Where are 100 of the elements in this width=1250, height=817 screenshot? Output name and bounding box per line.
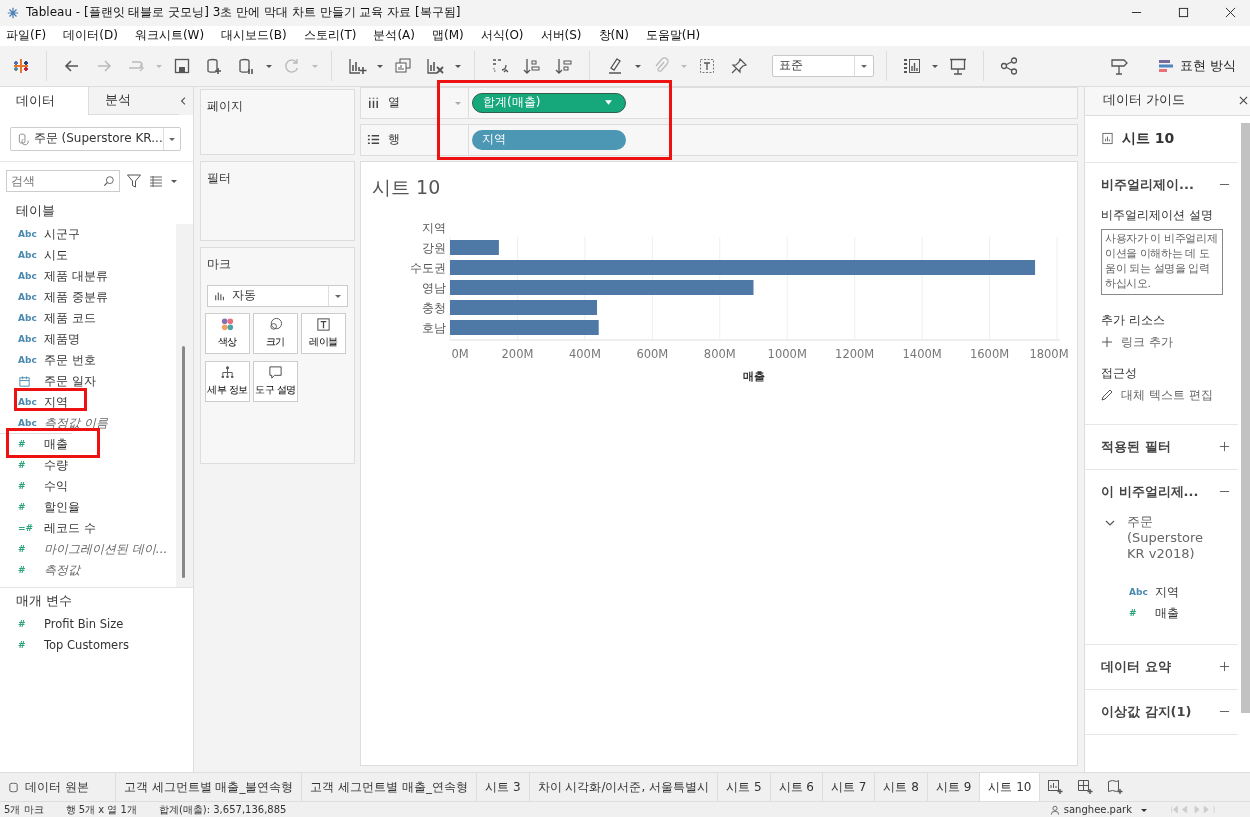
share-icon[interactable]	[999, 55, 1019, 76]
color-mark-icon	[220, 317, 235, 333]
calendar-icon	[18, 374, 31, 388]
field-item[interactable]: Abc 시도	[0, 244, 72, 266]
collapse-icon[interactable]	[178, 95, 187, 106]
section-title: 데이터 요약	[1101, 657, 1171, 676]
field-item[interactable]: # 측정값	[0, 559, 84, 581]
tick-label: 1400M	[902, 346, 942, 361]
section-title: 비주얼리제이...	[1101, 175, 1194, 194]
menu-item[interactable]: 서식(O)	[480, 27, 524, 45]
menu-item[interactable]: 데이터(D)	[63, 27, 118, 45]
section-title: 적용된 필터	[1101, 437, 1171, 456]
add-link-button[interactable]: 링크 추가	[1101, 333, 1238, 351]
menu-item[interactable]: 워크시트(W)	[134, 27, 205, 45]
pin-icon[interactable]	[729, 55, 749, 76]
field-label: 접근성	[1101, 364, 1138, 382]
menu-item[interactable]: 창(N)	[598, 27, 629, 45]
description-field[interactable]: 사용자가 이 비주얼리제이션을 이해하는 데 도움이 되는 설명을 입력하십시오.	[1101, 228, 1223, 295]
shelf-label: 행	[388, 131, 400, 149]
menu-item[interactable]: 분석(A)	[373, 27, 415, 45]
field-item[interactable]: Abc 주문 번호	[0, 349, 100, 371]
axis-title: 매출	[742, 369, 765, 383]
expand-icon[interactable]	[1219, 441, 1230, 453]
duplicate-chart-icon[interactable]	[393, 55, 413, 76]
filter-icon[interactable]	[126, 172, 142, 189]
field-item[interactable]: # 수량	[0, 454, 72, 476]
menu-item[interactable]: 대시보드(B)	[221, 27, 287, 45]
category-label: 수도권	[410, 260, 446, 275]
field-item[interactable]: =# 레코드 수	[0, 517, 100, 539]
new-story-icon[interactable]	[1107, 779, 1124, 796]
field-item[interactable]: # 마이그레이션된 데이...	[0, 538, 172, 560]
close-icon[interactable]	[1239, 96, 1248, 106]
category-label: 영남	[422, 280, 446, 295]
tick-label: 800M	[703, 346, 736, 361]
field-item[interactable]: 주문 일자	[0, 370, 100, 392]
mark-type-dropdown[interactable]: 자동	[207, 284, 348, 307]
field-item[interactable]: Abc 제품 코드	[0, 307, 100, 329]
menu-item[interactable]: 스토리(T)	[303, 27, 357, 45]
new-sheet-icon[interactable]	[1047, 779, 1064, 796]
menu-item[interactable]: 서버(S)	[540, 27, 582, 45]
menu-item[interactable]: 맵(M)	[432, 27, 464, 45]
sheet-name: 시트 10	[1122, 129, 1175, 148]
mark-color-button[interactable]: 색상	[205, 312, 250, 354]
mark-detail-button[interactable]: 세부 정보	[205, 360, 250, 402]
menu-item[interactable]: 파일(F)	[6, 27, 47, 45]
show-me-button[interactable]: 표현 방식	[1151, 52, 1242, 79]
tick-label: 600M	[636, 346, 669, 361]
datasource-name: 주문 (Superstore KR v2018)	[1127, 513, 1205, 562]
status-text: 5개 마크	[4, 802, 44, 817]
caret-icon	[604, 98, 613, 108]
maximize-icon[interactable]	[1178, 7, 1189, 19]
user-icon	[1049, 804, 1060, 815]
card-title: 마크	[207, 255, 231, 273]
tick-label: 1200M	[835, 346, 875, 361]
expand-icon[interactable]	[1219, 661, 1230, 673]
search-icon[interactable]	[103, 174, 115, 187]
close-icon[interactable]	[1225, 7, 1236, 19]
field-item[interactable]: # 매출	[0, 433, 72, 455]
section-title: 이 비주얼리제...	[1101, 482, 1199, 501]
detail-mark-icon	[220, 365, 235, 381]
sheet-title: 시트 10	[371, 174, 442, 200]
tick-label: 400M	[568, 346, 601, 361]
field-item[interactable]: # 할인율	[0, 496, 84, 518]
sheet-tab[interactable]: 시트 10	[980, 773, 1041, 802]
field-item[interactable]: # 수익	[0, 475, 72, 497]
tick-label: 1800M	[1029, 346, 1069, 361]
search-field[interactable]: 검색	[6, 169, 120, 192]
edit-alt-text-button[interactable]: 대체 텍스트 편집	[1101, 386, 1238, 404]
section-heading: 매개 변수	[15, 591, 74, 610]
field-item: # 매출	[1128, 604, 1179, 622]
tick-label: 0M	[451, 346, 469, 361]
mark-tooltip-button[interactable]: 도구 설명	[253, 360, 298, 402]
parameter-item[interactable]: # Top Customers	[0, 634, 133, 656]
mark-size-button[interactable]: 크기	[253, 312, 298, 354]
label-mark-icon	[316, 317, 331, 333]
field-item[interactable]: Abc 시군구	[0, 223, 84, 245]
field-item[interactable]: Abc 제품 중분류	[0, 286, 112, 308]
scrollbar[interactable]	[1241, 122, 1250, 713]
user-name[interactable]: sanghee.park	[1063, 804, 1132, 815]
status-text: 합계(매출): 3,657,136,885	[158, 802, 287, 817]
field-item[interactable]: Abc 제품 대분류	[0, 265, 112, 287]
datasource-icon	[17, 131, 30, 146]
fit-dropdown[interactable]: 표준	[772, 54, 874, 77]
pane-tab[interactable]: 데이터	[0, 86, 90, 115]
field-item[interactable]: Abc 측정값 이름	[0, 412, 112, 434]
size-mark-icon	[268, 317, 283, 333]
row-header: 지역	[422, 220, 446, 235]
new-dashboard-icon[interactable]	[1077, 779, 1094, 796]
scrollbar[interactable]	[182, 345, 185, 578]
parameter-item[interactable]: # Profit Bin Size	[0, 613, 128, 635]
sheet-icon	[1101, 132, 1114, 146]
datasource-dropdown[interactable]: 주문 (Superstore KR...	[10, 126, 181, 151]
section-heading: 테이블	[15, 201, 56, 220]
mark-label-button[interactable]: 레이블	[301, 312, 346, 354]
bar	[450, 239, 499, 255]
menu-item[interactable]: 도움말(H)	[645, 27, 701, 45]
field-item[interactable]: Abc 제품명	[0, 328, 84, 350]
field-item[interactable]: Abc 지역	[0, 391, 72, 413]
app-logo-icon	[6, 5, 20, 20]
field-label: 추가 리소스	[1101, 311, 1166, 329]
